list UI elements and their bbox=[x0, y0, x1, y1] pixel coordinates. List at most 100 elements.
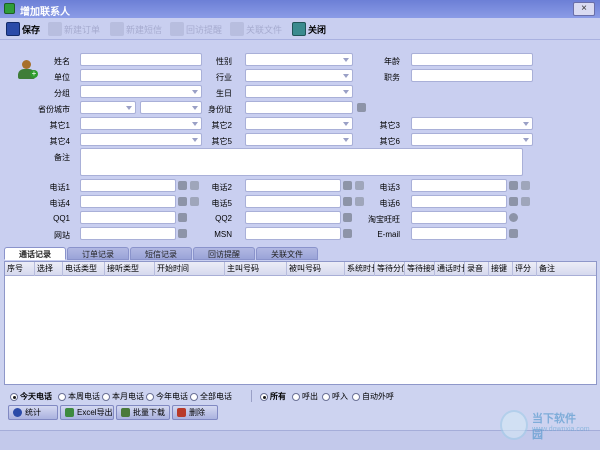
filter-all[interactable]: 全部电话 bbox=[190, 391, 232, 402]
phone5-label: 电话5 bbox=[211, 199, 232, 208]
other3-select[interactable] bbox=[411, 117, 533, 130]
column-header[interactable]: 选择 bbox=[35, 262, 63, 276]
city-select[interactable] bbox=[140, 101, 202, 114]
other2-select[interactable] bbox=[245, 117, 353, 130]
column-header[interactable]: 接键 bbox=[489, 262, 513, 276]
remark-textarea[interactable] bbox=[80, 148, 523, 176]
column-header[interactable]: 开始时间 bbox=[155, 262, 225, 276]
save-icon bbox=[6, 22, 20, 36]
phone6-input[interactable] bbox=[411, 195, 507, 208]
excel-export-button[interactable]: Excel导出 bbox=[60, 405, 114, 420]
group-select[interactable] bbox=[80, 85, 202, 98]
tab-reminders[interactable]: 回访提醒 bbox=[193, 247, 255, 260]
id-lookup-icon[interactable] bbox=[357, 103, 366, 112]
dial-icon[interactable] bbox=[509, 181, 518, 190]
column-header[interactable]: 备注 bbox=[537, 262, 596, 276]
position-input[interactable] bbox=[411, 69, 533, 82]
window-close-button[interactable]: × bbox=[573, 2, 595, 16]
dial-icon[interactable] bbox=[343, 181, 352, 190]
save-button[interactable]: 保存 bbox=[6, 21, 40, 37]
info-icon bbox=[13, 408, 22, 417]
dial-icon[interactable] bbox=[178, 181, 187, 190]
batch-download-button[interactable]: 批量下载 bbox=[116, 405, 170, 420]
wangwang-input[interactable] bbox=[411, 211, 507, 224]
column-header[interactable]: 序号 bbox=[5, 262, 35, 276]
filter-today[interactable]: 今天电话 bbox=[10, 391, 52, 402]
id-card-input[interactable] bbox=[245, 101, 353, 114]
column-header[interactable]: 通话时长 bbox=[435, 262, 465, 276]
sms-icon[interactable] bbox=[190, 197, 199, 206]
open-website-icon[interactable] bbox=[178, 229, 187, 238]
column-header[interactable]: 被叫号码 bbox=[287, 262, 345, 276]
tab-linked-files[interactable]: 关联文件 bbox=[256, 247, 318, 260]
other1-label: 其它1 bbox=[49, 121, 70, 130]
tab-call-records[interactable]: 通话记录 bbox=[4, 247, 66, 260]
filter-this-week[interactable]: 本周电话 bbox=[58, 391, 100, 402]
other5-label: 其它5 bbox=[211, 137, 232, 146]
email-input[interactable] bbox=[411, 227, 507, 240]
tab-sms-records[interactable]: 短信记录 bbox=[130, 247, 192, 260]
file-icon bbox=[230, 22, 244, 36]
tab-order-records[interactable]: 订单记录 bbox=[67, 247, 129, 260]
qq2-input[interactable] bbox=[245, 211, 341, 224]
group-label: 分组 bbox=[54, 89, 70, 98]
company-input[interactable] bbox=[80, 69, 202, 82]
close-button[interactable]: 关闭 bbox=[292, 21, 326, 37]
new-order-button: 新建订单 bbox=[48, 21, 100, 37]
qq-chat-icon[interactable] bbox=[178, 213, 187, 222]
age-input[interactable] bbox=[411, 53, 533, 66]
wangwang-chat-icon[interactable] bbox=[509, 213, 518, 222]
statistics-button[interactable]: 统计 bbox=[8, 405, 58, 420]
phone2-input[interactable] bbox=[245, 179, 341, 192]
other5-select[interactable] bbox=[245, 133, 353, 146]
phone1-input[interactable] bbox=[80, 179, 176, 192]
name-label: 姓名 bbox=[54, 57, 70, 66]
send-email-icon[interactable] bbox=[509, 229, 518, 238]
direction-incoming[interactable]: 呼入 bbox=[322, 391, 348, 402]
sms-icon[interactable] bbox=[190, 181, 199, 190]
column-header[interactable]: 等待接听 bbox=[405, 262, 435, 276]
name-input[interactable] bbox=[80, 53, 202, 66]
filter-this-year[interactable]: 今年电话 bbox=[146, 391, 188, 402]
company-label: 单位 bbox=[54, 73, 70, 82]
sms-icon[interactable] bbox=[521, 197, 530, 206]
column-header[interactable]: 电话类型 bbox=[63, 262, 105, 276]
column-header[interactable]: 录音 bbox=[465, 262, 489, 276]
gender-select[interactable] bbox=[245, 53, 353, 66]
website-input[interactable] bbox=[80, 227, 176, 240]
phone5-input[interactable] bbox=[245, 195, 341, 208]
divider bbox=[251, 390, 252, 402]
filter-this-month[interactable]: 本月电话 bbox=[102, 391, 144, 402]
excel-icon bbox=[65, 408, 74, 417]
birthday-picker[interactable] bbox=[245, 85, 353, 98]
sms-icon[interactable] bbox=[521, 181, 530, 190]
phone3-input[interactable] bbox=[411, 179, 507, 192]
msn-input[interactable] bbox=[245, 227, 341, 240]
column-header[interactable]: 主叫号码 bbox=[225, 262, 287, 276]
phone4-input[interactable] bbox=[80, 195, 176, 208]
radio-icon bbox=[102, 392, 110, 401]
other3-label: 其它3 bbox=[379, 121, 400, 130]
column-header[interactable]: 系统时长 bbox=[345, 262, 375, 276]
industry-select[interactable] bbox=[245, 69, 353, 82]
province-select[interactable] bbox=[80, 101, 136, 114]
direction-outgoing[interactable]: 呼出 bbox=[292, 391, 318, 402]
dial-icon[interactable] bbox=[509, 197, 518, 206]
direction-auto-dial[interactable]: 自动外呼 bbox=[352, 391, 394, 402]
qq1-input[interactable] bbox=[80, 211, 176, 224]
column-header[interactable]: 接听类型 bbox=[105, 262, 155, 276]
phone6-label: 电话6 bbox=[379, 199, 400, 208]
dial-icon[interactable] bbox=[343, 197, 352, 206]
column-header[interactable]: 等待分值 bbox=[375, 262, 405, 276]
dial-icon[interactable] bbox=[178, 197, 187, 206]
column-header[interactable]: 评分 bbox=[513, 262, 537, 276]
other6-select[interactable] bbox=[411, 133, 533, 146]
contact-form: + 姓名 性别 年龄 单位 行业 职务 分组 生日 省份城市 身份证 其它1 其… bbox=[0, 40, 600, 245]
direction-all[interactable]: 所有 bbox=[260, 391, 286, 402]
call-records-table[interactable]: 序号 选择 电话类型 接听类型 开始时间 主叫号码 被叫号码 系统时长 等待分值… bbox=[4, 261, 597, 385]
msn-user-icon[interactable] bbox=[343, 229, 352, 238]
delete-button[interactable]: 删除 bbox=[172, 405, 218, 420]
call-filters: 今天电话 本周电话 本月电话 今年电话 全部电话 所有 呼出 呼入 自动外呼 bbox=[0, 388, 600, 404]
other1-select[interactable] bbox=[80, 117, 202, 130]
other4-select[interactable] bbox=[80, 133, 202, 146]
